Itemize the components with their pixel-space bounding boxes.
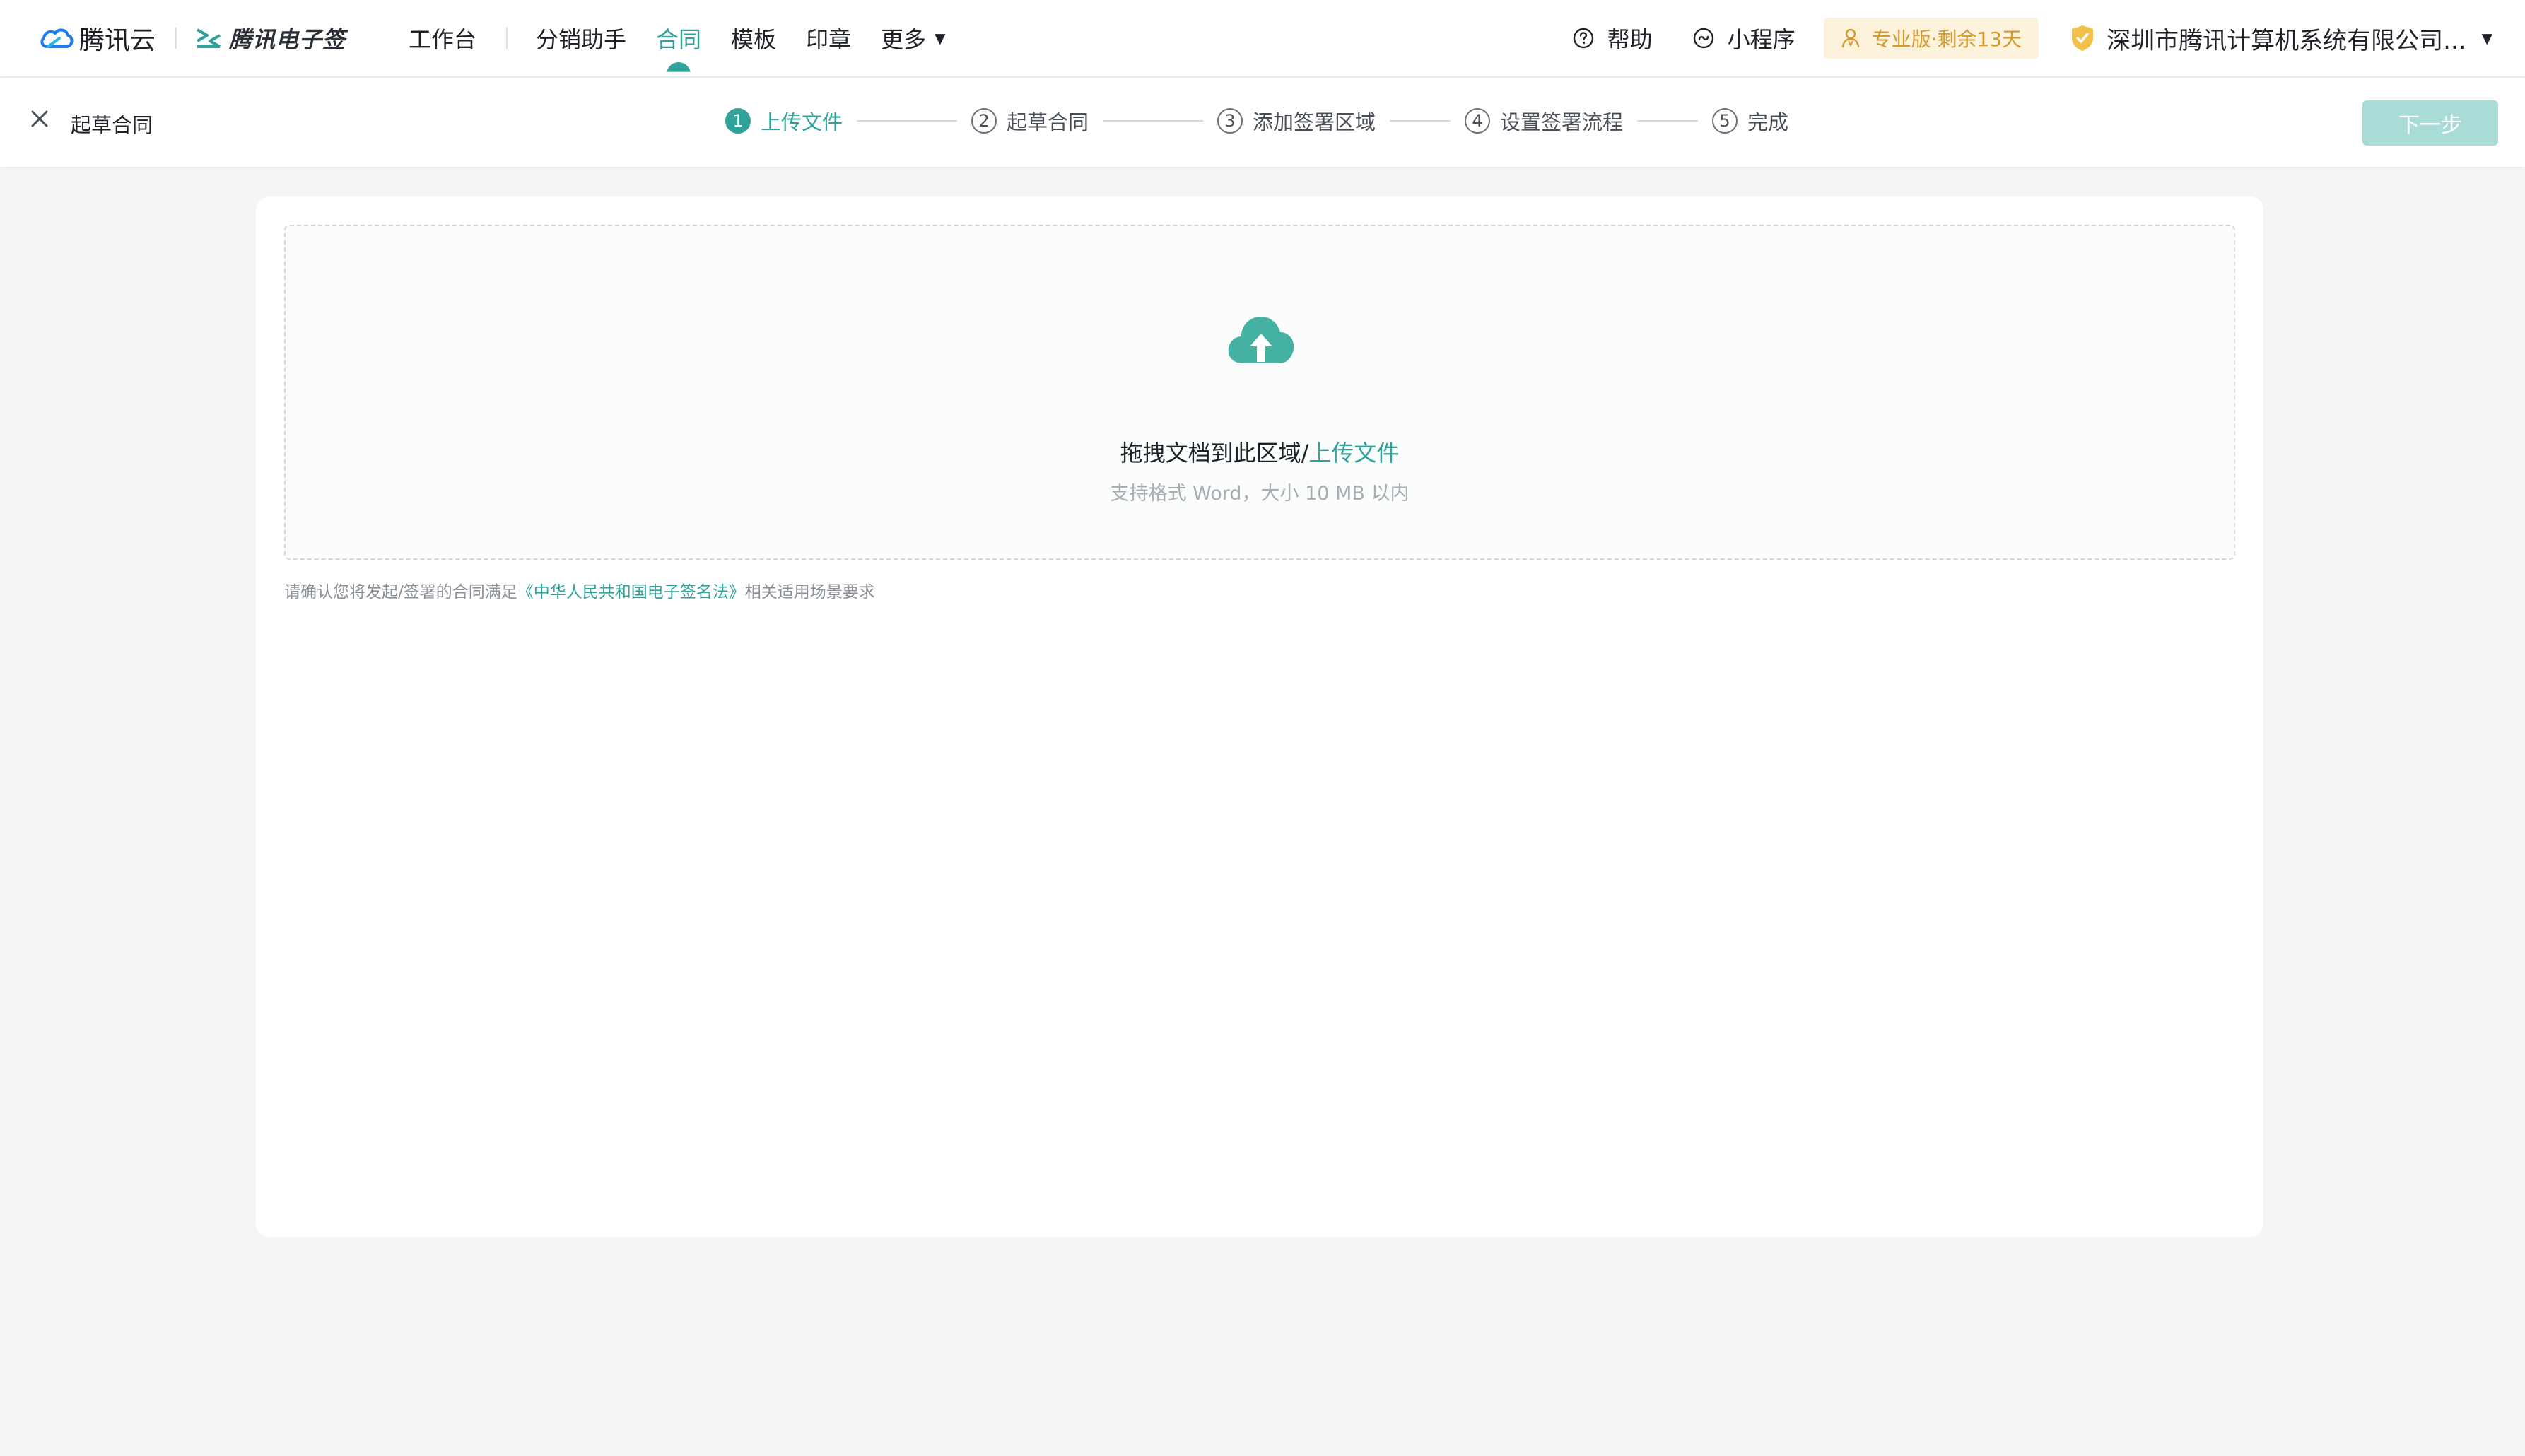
nav-item-workbench[interactable]: 工作台 — [409, 0, 476, 76]
brand-product-name: 腾讯电子签 — [229, 26, 346, 53]
legal-prefix: 请确认您将发起/签署的合同满足 — [284, 583, 517, 601]
step-label: 设置签署流程 — [1500, 110, 1624, 134]
brand-divider — [175, 28, 177, 49]
miniprogram-icon — [1693, 28, 1713, 49]
miniprogram-link[interactable]: 小程序 — [1692, 22, 1795, 54]
esign-law-link[interactable]: 《中华人民共和国电子签名法》 — [517, 583, 745, 601]
nav-item-more-label: 更多 — [881, 26, 927, 53]
legal-suffix: 相关适用场景要求 — [744, 583, 875, 601]
close-icon — [31, 110, 48, 127]
verified-shield-icon — [2072, 25, 2094, 51]
close-button[interactable] — [27, 106, 52, 131]
progress-steps: 1 上传文件 2 起草合同 3 添加签署区域 4 设置签署流程 5 完成 — [725, 106, 1788, 136]
step-connector — [1103, 120, 1204, 122]
legal-notice: 请确认您将发起/签署的合同满足《中华人民共和国电子签名法》相关适用场景要求 — [284, 578, 875, 602]
brand[interactable]: 腾讯云 腾讯电子签 — [38, 18, 346, 58]
main-nav: 工作台 分销助手 合同 模板 印章 更多 ▼ — [409, 0, 975, 76]
step-label: 起草合同 — [1007, 110, 1089, 134]
step-finish: 5 完成 — [1712, 106, 1788, 136]
step-number: 4 — [1465, 108, 1491, 134]
help-link[interactable]: 帮助 — [1572, 22, 1653, 54]
caret-down-icon: ▼ — [935, 30, 946, 47]
step-label: 完成 — [1747, 110, 1789, 134]
step-connector — [1390, 120, 1451, 122]
file-dropzone[interactable]: 拖拽文档到此区域/上传文件 支持格式 Word，大小 10 MB 以内 — [284, 225, 2235, 560]
company-name: 深圳市腾讯计算机系统有限公司... — [2107, 26, 2466, 55]
step-number: 2 — [971, 108, 997, 134]
dropzone-instruction: 拖拽文档到此区域/上传文件 — [286, 435, 2234, 468]
help-label: 帮助 — [1607, 26, 1653, 53]
step-upload-file: 1 上传文件 — [725, 106, 843, 136]
dropzone-text: 拖拽文档到此区域/ — [1120, 440, 1309, 466]
dropzone-format-hint: 支持格式 Word，大小 10 MB 以内 — [1110, 483, 1410, 505]
step-number: 3 — [1217, 108, 1243, 134]
step-header: 起草合同 1 上传文件 2 起草合同 3 添加签署区域 4 设置签署流程 5 完… — [0, 78, 2525, 167]
step-connector — [1637, 120, 1699, 122]
nav-item-more[interactable]: 更多 ▼ — [881, 0, 945, 76]
tencent-cloud-logo-icon — [38, 25, 75, 51]
step-sign-flow: 4 设置签署流程 — [1465, 106, 1623, 136]
miniprogram-label: 小程序 — [1727, 26, 1795, 53]
company-switcher[interactable]: 深圳市腾讯计算机系统有限公司... ▼ — [2070, 21, 2492, 56]
step-connector — [857, 120, 958, 122]
cloud-upload-icon — [1226, 312, 1296, 369]
upload-file-link[interactable]: 上传文件 — [1308, 440, 1399, 466]
nav-item-template[interactable]: 模板 — [731, 0, 776, 76]
caret-down-icon: ▼ — [2481, 30, 2492, 47]
nav-right: 帮助 小程序 专业版·剩余13天 深圳市腾讯计算机系统有限公司... ▼ — [1533, 0, 2492, 76]
step-label: 上传文件 — [761, 110, 843, 134]
step-add-sign-area: 3 添加签署区域 — [1217, 106, 1376, 136]
vip-user-icon — [1841, 28, 1859, 48]
plan-badge[interactable]: 专业版·剩余13天 — [1823, 18, 2039, 59]
esign-logo-icon — [195, 27, 222, 49]
page-title: 起草合同 — [71, 113, 153, 137]
top-nav: 腾讯云 腾讯电子签 工作台 分销助手 合同 模板 印章 更多 ▼ 帮助 小程序 … — [0, 0, 2525, 78]
nav-item-distribution[interactable]: 分销助手 — [536, 0, 626, 76]
next-step-button[interactable]: 下一步 — [2362, 100, 2498, 146]
nav-item-seal[interactable]: 印章 — [806, 0, 851, 76]
step-number: 5 — [1712, 108, 1738, 134]
nav-item-contract[interactable]: 合同 — [656, 0, 701, 76]
step-label: 添加签署区域 — [1253, 110, 1376, 134]
upload-card: 拖拽文档到此区域/上传文件 支持格式 Word，大小 10 MB 以内 请确认您… — [256, 196, 2263, 1237]
step-number: 1 — [725, 108, 751, 134]
help-icon — [1573, 28, 1593, 49]
nav-divider — [506, 28, 508, 49]
step-draft-contract: 2 起草合同 — [971, 106, 1089, 136]
plan-badge-label: 专业版·剩余13天 — [1871, 28, 2022, 51]
brand-cloud-name: 腾讯云 — [79, 26, 156, 55]
